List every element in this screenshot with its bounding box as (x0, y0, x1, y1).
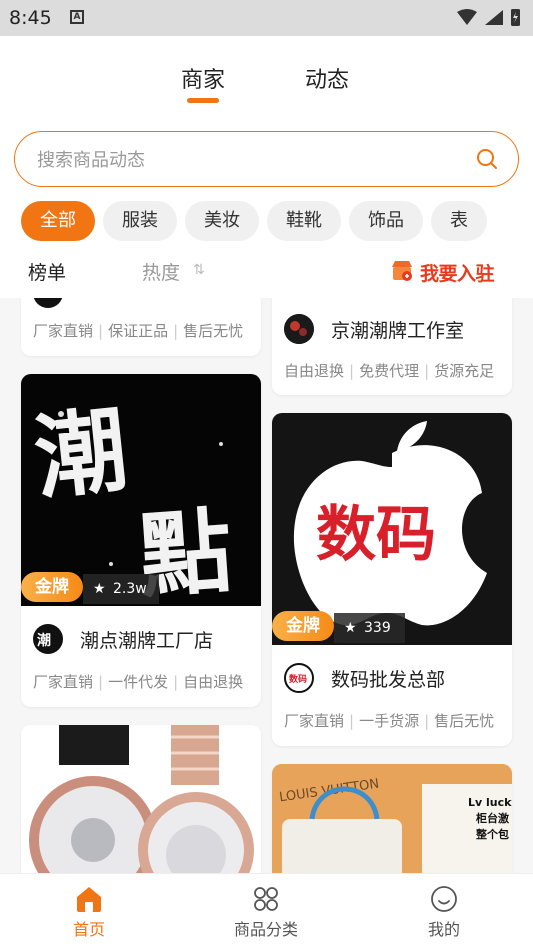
search-bar[interactable] (14, 131, 519, 187)
star-icon: ★ (344, 620, 357, 636)
merchant-card[interactable]: 厂家直销 | 保证正品 | 售后无忧 (21, 298, 261, 356)
category-all[interactable]: 全部 (21, 201, 95, 241)
system-icons (457, 9, 520, 26)
store-tags: 自由退换 | 免费代理 | 货源充足 (284, 362, 495, 380)
svg-text:潮: 潮 (30, 395, 133, 512)
join-label: 我要入驻 (420, 263, 495, 285)
favorite-count: ★ 2.3w (83, 574, 159, 604)
category-beauty[interactable]: 美妆 (185, 201, 259, 241)
merchant-card[interactable]: 潮 點 ★ 2.3w 金牌 潮 潮点潮牌工厂店 厂家直销 | 一件代发 | 自由退换 (21, 374, 261, 707)
nav-categories[interactable]: 商品分类 (206, 874, 326, 947)
join-button[interactable]: 我要入驻 (390, 259, 514, 285)
store-tags: 厂家直销 | 一手货源 | 售后无忧 (284, 712, 495, 730)
shop-icon (392, 261, 412, 281)
category-chips: 全部 服装 美妆 鞋靴 饰品表 (21, 201, 533, 241)
category-icon (254, 887, 278, 911)
store-image: LOUIS VUITTON Lv lucky 柜台激 整个包 (272, 764, 512, 873)
gold-badge: 金牌 (272, 611, 334, 641)
nav-profile[interactable]: 我的 (384, 874, 504, 947)
category-watches[interactable]: 表 (431, 201, 487, 241)
bag-image: LOUIS VUITTON Lv lucky 柜台激 整个包 (272, 764, 512, 873)
status-time: 8:45 (9, 7, 52, 29)
svg-text:整个包: 整个包 (475, 827, 509, 841)
store-name: 京潮潮牌工作室 (331, 320, 465, 342)
store-avatar: 数码 (284, 663, 314, 693)
store-avatar (284, 314, 314, 344)
store-name: 数码批发总部 (331, 669, 446, 691)
nav-label: 首页 (72, 920, 105, 939)
store-tags: 厂家直销 | 保证正品 | 售后无忧 (33, 322, 244, 340)
category-shoes[interactable]: 鞋靴 (267, 201, 341, 241)
status-bar: 8:45 A (0, 0, 533, 36)
notification-icon: A (70, 10, 84, 24)
sort-icon[interactable]: ⇅ (193, 262, 205, 278)
profile-icon (431, 886, 457, 912)
bottom-nav: 首页 商品分类 我的 (0, 873, 533, 947)
svg-text:数码: 数码 (316, 500, 436, 570)
category-accessories[interactable]: 饰品 (349, 201, 423, 241)
store-image (21, 725, 261, 873)
star-icon: ★ (93, 581, 106, 597)
store-tags: 厂家直销 | 一件代发 | 自由退换 (33, 673, 244, 691)
store-avatar: 潮 (33, 624, 63, 654)
nav-home[interactable]: 首页 (29, 874, 149, 947)
favorite-count: ★ 339 (334, 613, 405, 643)
merchant-card[interactable] (21, 725, 261, 873)
merchant-card[interactable]: 京潮潮牌工作室 自由退换 | 免费代理 | 货源充足 (272, 298, 512, 395)
tab-feed[interactable]: 动态 (305, 62, 349, 94)
nav-label: 我的 (427, 920, 460, 939)
nav-label: 商品分类 (233, 920, 298, 939)
svg-text:潮: 潮 (37, 632, 51, 649)
home-icon (77, 887, 101, 912)
filter-rank[interactable]: 榜单 (28, 258, 66, 285)
svg-text:柜台激: 柜台激 (475, 811, 509, 825)
search-input[interactable] (37, 147, 457, 173)
store-name: 潮点潮牌工厂店 (80, 630, 214, 652)
watches-image (29, 725, 254, 873)
gold-badge: 金牌 (21, 572, 83, 602)
store-avatar (33, 298, 63, 308)
tab-merchants[interactable]: 商家 (181, 62, 225, 103)
merchant-card[interactable]: LOUIS VUITTON Lv lucky 柜台激 整个包 (272, 764, 512, 873)
svg-text:数码: 数码 (289, 673, 307, 685)
merchant-card[interactable]: 数码 ★ 339 金牌 数码 数码批发总部 厂家直销 | 一手货源 | 售后无忧 (272, 413, 512, 746)
merchant-feed[interactable]: 厂家直销 | 保证正品 | 售后无忧 潮 點 ★ 2.3w 金牌 潮 潮点潮牌工厂店 厂家… (0, 298, 533, 873)
filter-hot[interactable]: 热度 (142, 258, 180, 285)
search-icon[interactable] (476, 148, 498, 170)
category-clothing[interactable]: 服装 (103, 201, 177, 241)
bag-caption: Lv lucky (468, 796, 512, 809)
